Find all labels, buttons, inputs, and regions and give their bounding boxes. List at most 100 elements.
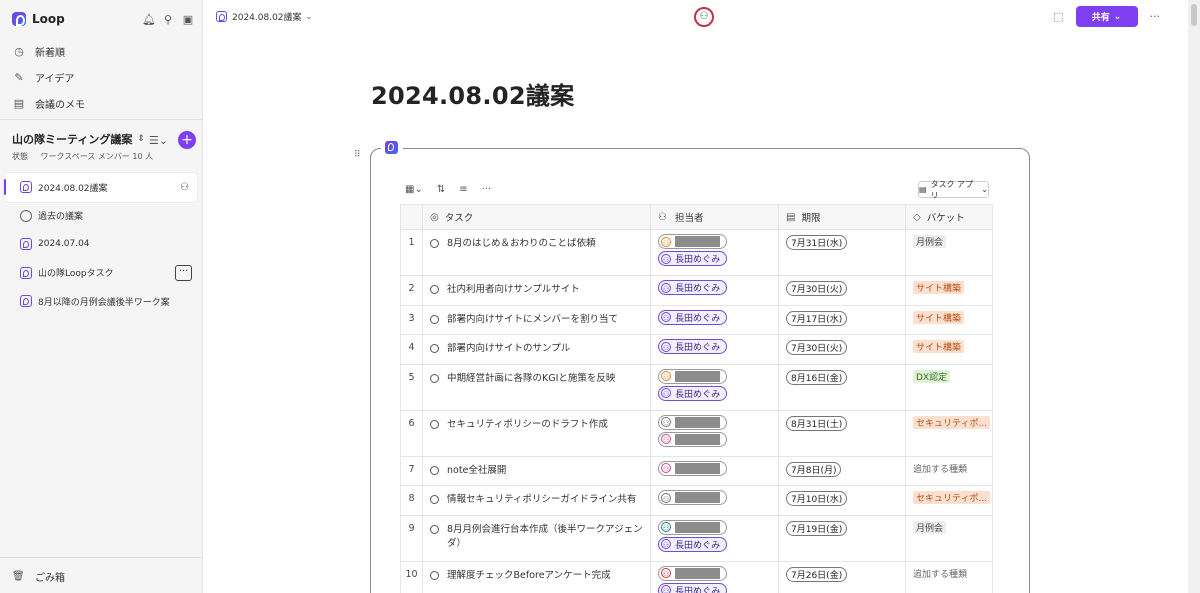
- owner-pill-redacted[interactable]: ⚇: [658, 234, 727, 249]
- task-cell[interactable]: 8月のはじめ＆おわりのことば依頼: [423, 230, 651, 275]
- owner-cell[interactable]: ⚇ 長田めぐみ: [651, 305, 779, 334]
- table-row[interactable]: 7 note全社展開 ⚇ 7月8日(月) 追加する種類: [400, 456, 993, 486]
- due-date-pill[interactable]: 7月30日(火): [786, 340, 848, 355]
- table-row[interactable]: 4 部署内向けサイトのサンプル ⚇ 長田めぐみ 7月30日(火) サイト構築: [400, 335, 993, 365]
- owner-cell[interactable]: ⚇: [651, 456, 779, 485]
- bucket-tag[interactable]: 追加する種類: [913, 567, 970, 580]
- bucket-tag[interactable]: 追加する種類: [913, 462, 970, 475]
- owner-pill-redacted[interactable]: ⚇: [658, 431, 727, 447]
- owner-pill-redacted[interactable]: ⚇: [658, 414, 727, 430]
- page-item-2024-08-02[interactable]: 2024.08.02議案 ⚇: [4, 173, 197, 202]
- bucket-tag[interactable]: DX認定: [913, 369, 951, 383]
- drag-handle-icon[interactable]: ⠿: [354, 150, 361, 160]
- owner-cell[interactable]: ⚇ ⚇ 長田めぐみ: [651, 364, 779, 410]
- bell-icon[interactable]: 🔔︎: [142, 13, 156, 26]
- due-date-pill[interactable]: 7月26日(金): [786, 566, 848, 582]
- table-row[interactable]: 6 セキュリティポリシーのドラフト作成 ⚇ ⚇ 8月31日(土) セキュリティポ...: [400, 410, 993, 457]
- due-cell[interactable]: 7月30日(火): [779, 335, 906, 364]
- bucket-cell[interactable]: サイト構築: [906, 276, 993, 305]
- bucket-cell[interactable]: 月例会: [906, 515, 993, 561]
- table-row[interactable]: 2 社内利用者向けサンプルサイト ⚇ 長田めぐみ 7月30日(火) サイト構築: [400, 276, 993, 306]
- more-icon[interactable]: ···: [482, 184, 492, 195]
- filter-icon[interactable]: ≡: [459, 184, 467, 195]
- header-cell-due[interactable]: ▤ 期限: [779, 205, 906, 229]
- nav-item-recent[interactable]: ◷ 新着順: [12, 38, 194, 64]
- task-cell[interactable]: セキュリティポリシーのドラフト作成: [423, 410, 651, 456]
- page-title[interactable]: 2024.08.02議案: [371, 76, 574, 111]
- task-complete-checkbox[interactable]: [430, 465, 439, 475]
- bucket-cell[interactable]: 月例会: [906, 230, 993, 275]
- owner-pill[interactable]: ⚇ 長田めぐみ: [658, 280, 728, 295]
- page-item-2024-07-04[interactable]: 2024.07.04: [4, 230, 197, 259]
- focus-mode-icon[interactable]: ⬚: [1053, 10, 1063, 23]
- bucket-tag[interactable]: セキュリティポ...: [913, 415, 991, 429]
- table-row[interactable]: 5 中期経営計画に各隊のKGIと施策を反映 ⚇ ⚇ 長田めぐみ 8月16日(金) DX認定: [400, 364, 993, 411]
- owner-cell[interactable]: ⚇ 長田めぐみ: [651, 335, 779, 364]
- due-date-pill[interactable]: 8月16日(金): [786, 369, 848, 385]
- more-options-icon[interactable]: ···: [175, 264, 192, 281]
- owner-cell[interactable]: ⚇ 長田めぐみ: [651, 276, 779, 305]
- owner-pill[interactable]: ⚇ 長田めぐみ: [658, 309, 728, 325]
- due-date-pill[interactable]: 7月31日(水): [786, 235, 848, 250]
- due-date-pill[interactable]: 7月8日(月): [786, 461, 842, 477]
- owner-pill-redacted[interactable]: ⚇: [658, 565, 727, 581]
- task-cell[interactable]: 部署内向けサイトのサンプル: [423, 335, 651, 364]
- task-complete-checkbox[interactable]: [430, 419, 439, 429]
- due-date-pill[interactable]: 7月10日(水): [786, 491, 848, 506]
- bucket-cell[interactable]: セキュリティポ...: [906, 410, 993, 456]
- owner-pill[interactable]: ⚇ 長田めぐみ: [658, 385, 728, 401]
- due-cell[interactable]: 8月31日(土): [779, 410, 906, 456]
- table-row[interactable]: 8 情報セキュリティポリシーガイドライン共有 ⚇ 7月10日(水) セキュリティポ...: [400, 486, 993, 516]
- owner-pill-redacted[interactable]: ⚇: [658, 490, 727, 505]
- table-row[interactable]: 3 部署内向けサイトにメンバーを割り当て ⚇ 長田めぐみ 7月17日(水) サイト構築: [400, 305, 993, 335]
- due-cell[interactable]: 7月8日(月): [779, 456, 906, 485]
- task-complete-checkbox[interactable]: [430, 495, 439, 504]
- nav-item-meeting-notes[interactable]: ▤ 会議のメモ: [12, 90, 194, 116]
- table-row[interactable]: 1 8月のはじめ＆おわりのことば依頼 ⚇ ⚇ 長田めぐみ 7月31日(水) 月例会: [400, 230, 993, 276]
- bucket-tag[interactable]: サイト構築: [913, 281, 965, 294]
- task-cell[interactable]: note全社展開: [423, 456, 651, 485]
- bucket-cell[interactable]: DX認定: [906, 364, 993, 410]
- sort-icon[interactable]: ⇅: [437, 184, 445, 195]
- owner-cell[interactable]: ⚇ ⚇ 長田めぐみ: [651, 561, 779, 593]
- scrollbar[interactable]: [1188, 0, 1200, 593]
- task-complete-checkbox[interactable]: [430, 285, 439, 294]
- bucket-cell[interactable]: サイト構築: [906, 335, 993, 364]
- due-date-pill[interactable]: 7月30日(火): [786, 281, 848, 296]
- due-cell[interactable]: 7月19日(金): [779, 515, 906, 561]
- owner-cell[interactable]: ⚇ ⚇ 長田めぐみ: [651, 230, 779, 275]
- task-cell[interactable]: 理解度チェックBeforeアンケート完成: [423, 561, 651, 593]
- task-complete-checkbox[interactable]: [430, 570, 439, 580]
- task-complete-checkbox[interactable]: [430, 314, 439, 324]
- owner-pill[interactable]: ⚇ 長田めぐみ: [658, 339, 728, 354]
- sort-menu-icon[interactable]: ☰⌄: [149, 134, 168, 147]
- bucket-tag[interactable]: 月例会: [913, 235, 947, 248]
- page-item-past-agendas[interactable]: 過去の議案: [4, 202, 197, 231]
- owner-cell[interactable]: ⚇ ⚇ 長田めぐみ: [651, 515, 779, 561]
- add-page-button[interactable]: +: [178, 131, 196, 149]
- bucket-tag[interactable]: サイト構築: [913, 340, 965, 353]
- task-complete-checkbox[interactable]: [430, 524, 439, 534]
- owner-cell[interactable]: ⚇ ⚇: [651, 410, 779, 456]
- owner-pill[interactable]: ⚇ 長田めぐみ: [658, 582, 728, 593]
- task-cell[interactable]: 情報セキュリティポリシーガイドライン共有: [423, 486, 651, 515]
- due-cell[interactable]: 8月16日(金): [779, 364, 906, 410]
- header-cell-owner[interactable]: ⚇ 担当者: [651, 205, 779, 229]
- scrollbar-thumb[interactable]: [1191, 4, 1197, 26]
- due-date-pill[interactable]: 7月19日(金): [786, 520, 848, 536]
- bucket-cell[interactable]: セキュリティポ...: [906, 486, 993, 515]
- task-cell[interactable]: 8月月例会進行台本作成（後半ワークアジェンダ）: [423, 515, 651, 561]
- view-grid-icon[interactable]: ▦⌄: [405, 184, 423, 195]
- table-row[interactable]: 9 8月月例会進行台本作成（後半ワークアジェンダ） ⚇ ⚇ 長田めぐみ 7月19日(金) 月…: [400, 515, 993, 562]
- owner-pill[interactable]: ⚇ 長田めぐみ: [658, 536, 728, 552]
- task-complete-checkbox[interactable]: [430, 373, 439, 383]
- search-icon[interactable]: ⚲: [162, 13, 174, 26]
- owner-cell[interactable]: ⚇: [651, 486, 779, 515]
- task-cell[interactable]: 部署内向けサイトにメンバーを割り当て: [423, 305, 651, 334]
- due-cell[interactable]: 7月30日(火): [779, 276, 906, 305]
- task-cell[interactable]: 中期経営計画に各隊のKGIと施策を反映: [423, 364, 651, 410]
- owner-pill-redacted[interactable]: ⚇: [658, 460, 727, 476]
- page-item-loop-tasks[interactable]: 山の隊Loopタスク ···: [4, 259, 197, 288]
- share-button[interactable]: 共有 ⌄: [1075, 6, 1138, 27]
- owner-pill[interactable]: ⚇ 長田めぐみ: [658, 251, 728, 266]
